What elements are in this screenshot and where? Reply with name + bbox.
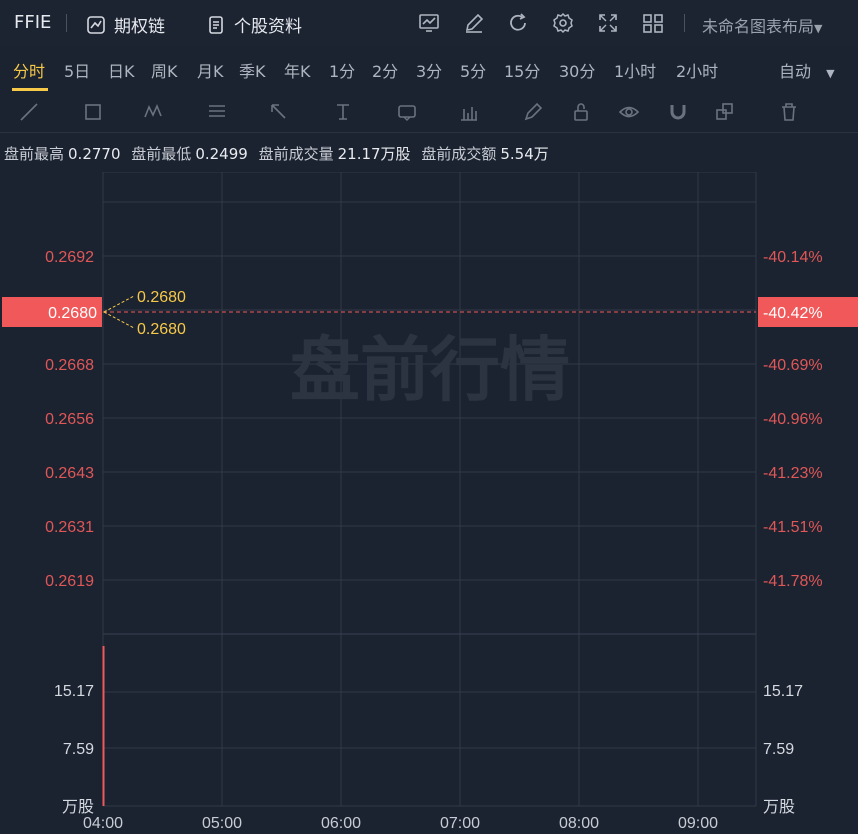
pre-amount-value: 5.54万 — [500, 145, 549, 163]
time-axis-label: 05:00 — [202, 815, 242, 832]
divider — [66, 14, 67, 32]
tab-period-1[interactable]: 5日 — [64, 58, 90, 82]
divider — [684, 14, 685, 32]
tab-period-2[interactable]: 日K — [108, 58, 135, 82]
time-axis-label: 09:00 — [678, 815, 718, 832]
arrow-tool-icon[interactable] — [268, 101, 290, 123]
period-tabs: 分时 5日 日K 周K 月K 季K 年K 1分 2分 3分 5分 15分 30分 1小时 2小时 — [0, 46, 858, 90]
watermark-text: 盘前行情 — [290, 329, 570, 411]
percent-tick-label: -41.51% — [763, 519, 823, 536]
profile-label: 个股资料 — [234, 17, 302, 37]
gear-icon[interactable] — [552, 12, 574, 34]
pre-volume-value: 21.17万股 — [337, 145, 411, 163]
trash-icon[interactable] — [778, 101, 800, 123]
volume-tick-left: 7.59 — [63, 741, 94, 758]
auto-label: 自动 — [779, 62, 812, 81]
price-tick-label: 0.2631 — [45, 519, 94, 536]
options-chain-label: 期权链 — [114, 17, 165, 37]
annotation-leader — [103, 311, 135, 329]
ticker-symbol[interactable]: FFIE — [14, 12, 51, 33]
drawing-toolbar — [0, 92, 858, 133]
volume-tick-left: 15.17 — [54, 683, 94, 700]
pre-volume-label: 盘前成交量 — [258, 145, 334, 163]
grid-layout-icon[interactable] — [642, 12, 664, 34]
tab-period-3[interactable]: 周K — [151, 58, 178, 82]
time-axis-label: 06:00 — [321, 815, 361, 832]
chart-settings-icon[interactable] — [418, 12, 440, 34]
magnet-icon[interactable] — [667, 101, 689, 123]
active-tab-indicator — [12, 88, 48, 91]
pen-icon[interactable] — [522, 101, 544, 123]
rect-tool-icon[interactable] — [82, 101, 104, 123]
time-axis-label: 04:00 — [83, 815, 123, 832]
price-tick-label: 0.2692 — [45, 249, 94, 266]
tab-period-10[interactable]: 5分 — [460, 58, 486, 82]
tab-period-13[interactable]: 1小时 — [614, 58, 656, 82]
lock-icon[interactable] — [570, 101, 592, 123]
percent-tick-label: -40.69% — [763, 357, 823, 374]
premarket-info: 盘前最高 0.2770 盘前最低 0.2499 盘前成交量 21.17万股 盘前成交额… — [4, 143, 555, 164]
annotation-low: 0.2680 — [137, 321, 186, 338]
intraday-chart[interactable]: 盘前行情 0.2692 0.2668 0.2656 0.2643 0.2631 0.2619… — [0, 172, 858, 834]
pre-high-label: 盘前最高 — [4, 145, 65, 163]
percent-tick-label: -41.78% — [763, 573, 823, 590]
tab-period-5[interactable]: 季K — [239, 58, 266, 82]
price-tick-label: 0.2619 — [45, 573, 94, 590]
tab-period-8[interactable]: 2分 — [372, 58, 398, 82]
edit-icon[interactable] — [463, 12, 485, 34]
eye-icon[interactable] — [618, 101, 640, 123]
profile-button[interactable]: 个股资料 — [206, 12, 302, 37]
pre-low-value: 0.2499 — [195, 145, 248, 163]
volume-tick-right: 7.59 — [763, 741, 794, 758]
price-tick-label: 0.2643 — [45, 465, 94, 482]
time-axis-label: 07:00 — [440, 815, 480, 832]
layout-dropdown[interactable]: 未命名图表布局▼ — [702, 13, 822, 37]
current-pct-label: -40.42% — [763, 305, 823, 322]
price-tick-label: 0.2668 — [45, 357, 94, 374]
tab-period-14[interactable]: 2小时 — [676, 58, 718, 82]
annotation-high: 0.2680 — [137, 289, 186, 306]
measure-tool-icon[interactable] — [458, 101, 480, 123]
tab-period-11[interactable]: 15分 — [504, 58, 540, 82]
tab-period-12[interactable]: 30分 — [559, 58, 595, 82]
wave-tool-icon[interactable] — [143, 101, 165, 123]
chart-box-icon — [86, 15, 106, 35]
pre-amount-label: 盘前成交额 — [421, 145, 497, 163]
auto-scale-dropdown[interactable]: 自动 ▼ — [779, 58, 835, 82]
fib-tool-icon[interactable] — [206, 101, 228, 123]
pre-low-label: 盘前最低 — [131, 145, 192, 163]
caret-down-icon: ▼ — [814, 22, 823, 35]
current-price-label: 0.2680 — [48, 305, 97, 322]
percent-tick-label: -40.14% — [763, 249, 823, 266]
volume-tick-right: 万股 — [763, 798, 795, 816]
layers-icon[interactable] — [714, 101, 736, 123]
line-tool-icon[interactable] — [18, 101, 40, 123]
options-chain-button[interactable]: 期权链 — [86, 12, 165, 37]
pre-high-value: 0.2770 — [68, 145, 121, 163]
time-axis-label: 08:00 — [559, 815, 599, 832]
caret-down-icon: ▼ — [826, 67, 835, 80]
tab-period-6[interactable]: 年K — [284, 58, 311, 82]
refresh-icon[interactable] — [507, 12, 529, 34]
volume-bar — [102, 645, 105, 806]
tab-period-9[interactable]: 3分 — [416, 58, 442, 82]
fullscreen-icon[interactable] — [597, 12, 619, 34]
document-icon — [206, 15, 226, 35]
label-tool-icon[interactable] — [396, 101, 418, 123]
price-tick-label: 0.2656 — [45, 411, 94, 428]
percent-tick-label: -40.96% — [763, 411, 823, 428]
volume-tick-right: 15.17 — [763, 683, 803, 700]
tab-period-4[interactable]: 月K — [197, 58, 224, 82]
tab-period-7[interactable]: 1分 — [329, 58, 355, 82]
text-cursor-icon[interactable] — [332, 101, 354, 123]
layout-label: 未命名图表布局 — [702, 17, 815, 36]
top-bar: FFIE 期权链 个股资料 未命名图表布局▼ — [0, 0, 858, 47]
tab-period-0[interactable]: 分时 — [13, 58, 45, 82]
volume-tick-left: 万股 — [62, 798, 94, 816]
percent-tick-label: -41.23% — [763, 465, 823, 482]
